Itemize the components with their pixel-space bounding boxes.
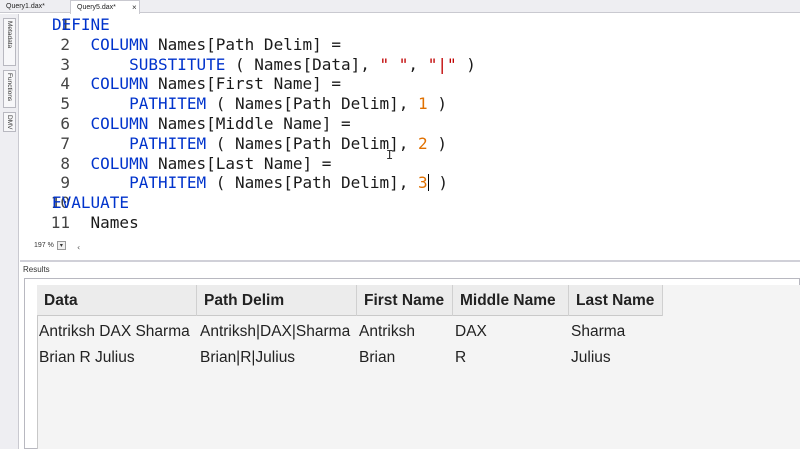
code-token: Names[Middle Name] = [157,114,351,133]
number-token: 2 [418,133,428,153]
cell-middle-name[interactable]: R [453,345,466,371]
code-token: Names[Path Delim] = [157,34,341,54]
zoom-dropdown-icon[interactable]: ▾ [56,240,66,250]
cell-first-name[interactable]: Brian [357,345,395,371]
zoom-level: 197 % [34,242,54,249]
cell-last-name[interactable]: Julius [569,345,611,371]
keyword-token: EVALUATE [52,193,130,213]
code-token: ) [456,54,476,74]
code-token: ) [427,133,447,153]
code-line[interactable]: Names [52,213,139,233]
code-token: ) [427,94,447,114]
text-cursor-icon: I [386,148,394,162]
side-tab-dmv[interactable]: DMV [3,112,16,132]
cell-data[interactable]: Antriksh DAX Sharma [37,319,190,345]
column-header-path-delim[interactable]: Path Delim [197,285,357,316]
side-tab-functions-label: Functions [6,73,13,102]
cell-data[interactable]: Brian R Julius [37,345,135,371]
code-token: ( Names[Data], [225,54,380,74]
keyword-token: COLUMN [52,114,158,133]
side-panel: Metadata Functions DMV [0,14,19,449]
function-token: SUBSTITUTE [52,54,226,74]
function-token: PATHITEM [52,173,207,193]
tab-query5-label: Query5.dax* [77,4,116,11]
header-row: Data Path Delim First Name Middle Name L… [37,285,663,316]
function-token: PATHITEM [52,94,207,114]
code-line[interactable]: COLUMN Names[First Name] = [52,74,341,94]
tab-query5[interactable]: Query5.dax* × [70,0,140,14]
code-line[interactable]: COLUMN Names[Middle Name] = [52,114,351,134]
scroll-left-icon[interactable]: ‹ [77,243,80,252]
code-line[interactable]: SUBSTITUTE ( Names[Data], " ", "|" ) [52,55,476,75]
column-header-last-name[interactable]: Last Name [569,285,663,316]
code-token: Names[Last Name] = [157,153,332,173]
code-token: ( Names[Path Delim], [206,173,419,193]
string-token: "|" [427,54,457,74]
cell-last-name[interactable]: Sharma [569,319,625,345]
pane-splitter[interactable] [20,260,800,262]
code-line[interactable]: COLUMN Names[Last Name] = [52,153,332,174]
function-token: PATHITEM [52,133,207,153]
query-editor[interactable]: 1 2 3 4 5 6 7 8 9 10 11 DEFINE COLUMN Names[Path D… [20,14,800,236]
zoom-control[interactable]: 197 % ▾ [34,240,66,252]
number-token: 1 [418,94,428,114]
results-pane: Data Path Delim First Name Middle Name L… [24,278,800,449]
tab-query1[interactable]: Query1.dax* [0,0,68,13]
results-label: Results [23,265,50,274]
code-token: ) [428,173,448,193]
column-header-data[interactable]: Data [37,285,197,316]
side-tab-metadata-label: Metadata [6,21,13,49]
number-token: 3 [418,173,428,193]
keyword-token: COLUMN [52,74,158,94]
side-tab-metadata[interactable]: Metadata [3,18,16,66]
close-icon[interactable]: × [132,1,137,14]
keyword-token: COLUMN [52,153,158,173]
code-token: Names[First Name] = [157,74,341,94]
cell-first-name[interactable]: Antriksh [357,319,415,345]
code-line[interactable]: EVALUATE [52,193,129,213]
code-line[interactable]: PATHITEM ( Names[Path Delim], 3 ) [52,173,448,193]
code-line[interactable]: PATHITEM ( Names[Path Delim], 1 ) [52,94,447,114]
code-token: ( Names[Path Delim], [206,94,419,114]
cell-path-delim[interactable]: Brian|R|Julius [198,345,295,371]
cell-path-delim[interactable]: Antriksh|DAX|Sharma [198,319,350,345]
side-tab-dmv-label: DMV [6,115,13,130]
keyword-token: DEFINE [52,15,110,34]
column-header-middle-name[interactable]: Middle Name [453,285,569,316]
code-line[interactable]: COLUMN Names[Path Delim] = [52,35,341,55]
code-token: Names [52,213,139,232]
keyword-token: COLUMN [52,34,158,54]
document-tab-bar: Query1.dax* Query5.dax* × [0,0,800,14]
code-token: , [408,54,428,74]
tab-query1-label: Query1.dax* [6,3,45,10]
cell-middle-name[interactable]: DAX [453,319,487,345]
string-token: " " [379,54,409,74]
code-line[interactable]: DEFINE [52,15,110,35]
column-header-first-name[interactable]: First Name [357,285,453,316]
side-tab-functions[interactable]: Functions [3,70,16,108]
